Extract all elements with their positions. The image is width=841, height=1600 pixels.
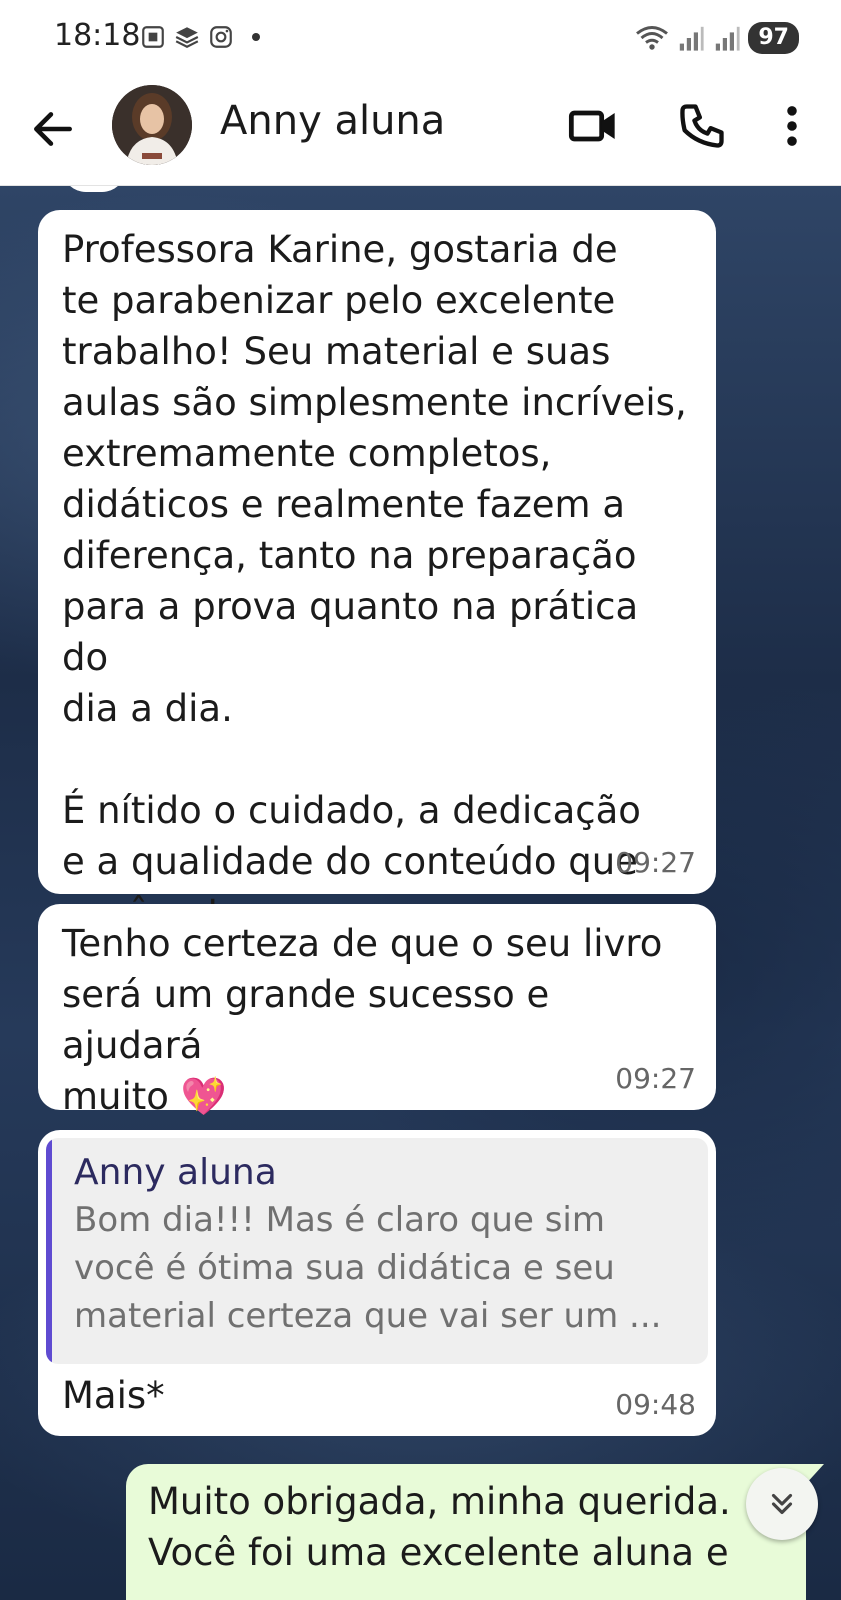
signal-icon bbox=[680, 26, 704, 51]
video-camera-icon[interactable] bbox=[567, 100, 619, 152]
contact-name[interactable]: Anny aluna bbox=[220, 98, 445, 144]
arrow-left-icon[interactable] bbox=[28, 104, 78, 154]
more-vertical-icon[interactable] bbox=[766, 100, 818, 152]
quote-bar bbox=[46, 1138, 52, 1364]
instagram-icon bbox=[210, 26, 232, 48]
layers-icon bbox=[175, 27, 199, 48]
message-time: 09:27 bbox=[615, 846, 696, 879]
message-bubble-reply[interactable]: Anny aluna Bom dia!!! Mas é claro que si… bbox=[38, 1130, 716, 1436]
scroll-to-bottom-button[interactable] bbox=[746, 1468, 818, 1540]
message-text: Muito obrigada, minha querida. Você foi … bbox=[148, 1480, 731, 1574]
notification-icons bbox=[140, 24, 260, 50]
double-chevron-down-icon bbox=[771, 1493, 793, 1515]
chat-header: Anny aluna bbox=[0, 80, 841, 186]
screenshot-icon bbox=[142, 26, 164, 48]
quote-text: Bom dia!!! Mas é claro que sim você é ót… bbox=[74, 1200, 662, 1336]
message-bubble-incoming[interactable]: Professora Karine, gostaria de te parabe… bbox=[38, 210, 716, 934]
status-bar: 18:18 97 bbox=[0, 0, 841, 80]
notification-dot bbox=[252, 33, 260, 41]
message-time: 09:48 bbox=[615, 1388, 696, 1421]
message-text: Mais* bbox=[62, 1374, 165, 1417]
message-time: 09:27 bbox=[615, 1062, 696, 1095]
signal-icon-2 bbox=[716, 26, 740, 51]
message-bubble-incoming[interactable]: Tenho certeza de que o seu livro será um… bbox=[38, 904, 716, 1118]
message-text: Professora Karine, gostaria de te parabe… bbox=[62, 228, 687, 934]
message-text: Tenho certeza de que o seu livro será um… bbox=[62, 922, 663, 1118]
avatar[interactable] bbox=[112, 85, 192, 165]
quoted-message[interactable]: Anny aluna Bom dia!!! Mas é claro que si… bbox=[46, 1138, 708, 1364]
phone-icon[interactable] bbox=[676, 100, 728, 152]
system-status: 97 bbox=[634, 22, 799, 54]
previous-message-edge bbox=[62, 186, 126, 192]
status-time: 18:18 bbox=[54, 18, 141, 53]
avatar-image bbox=[112, 85, 192, 165]
wifi-icon bbox=[636, 26, 669, 50]
message-bubble-outgoing[interactable]: Muito obrigada, minha querida. Você foi … bbox=[126, 1464, 824, 1600]
chat-area[interactable]: Professora Karine, gostaria de te parabe… bbox=[0, 186, 841, 1600]
quote-author: Anny aluna bbox=[74, 1152, 277, 1193]
battery-badge: 97 bbox=[748, 22, 799, 54]
